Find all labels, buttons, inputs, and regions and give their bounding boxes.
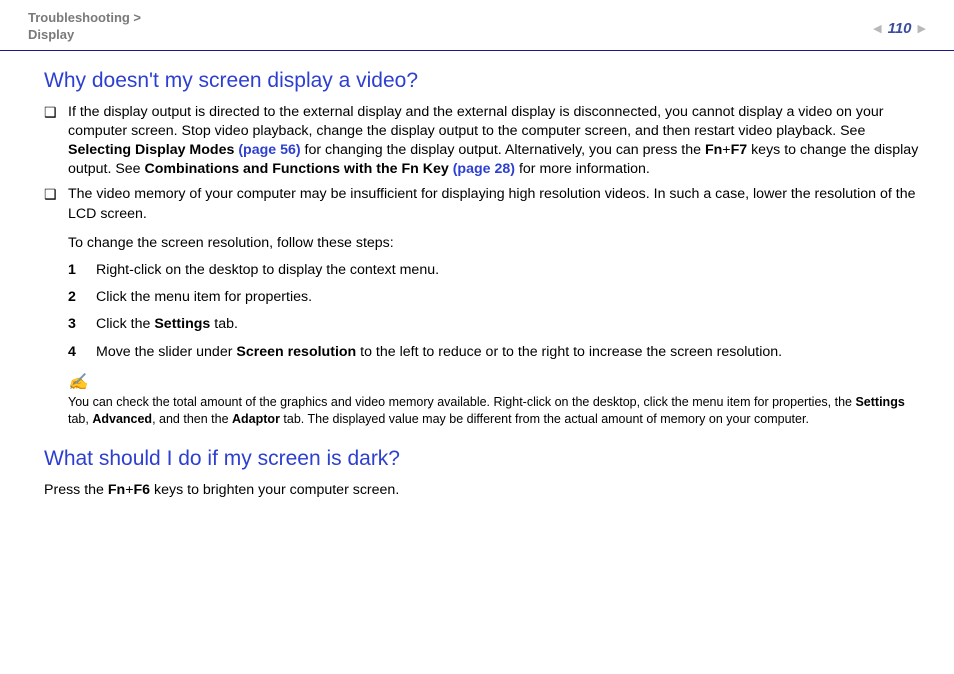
- breadcrumb: Troubleshooting > Display: [28, 10, 141, 44]
- steps-intro: To change the screen resolution, follow …: [68, 234, 926, 253]
- page-content: Why doesn't my screen display a video? ❑…: [0, 51, 954, 501]
- page-link[interactable]: (page 28): [453, 161, 515, 177]
- text: You can check the total amount of the gr…: [68, 395, 855, 409]
- step-text: Right-click on the desktop to display th…: [96, 261, 439, 280]
- text: , and then the: [152, 412, 232, 426]
- key-f6: F6: [134, 482, 151, 498]
- key-f7: F7: [731, 142, 748, 158]
- section-heading-video: Why doesn't my screen display a video?: [44, 69, 926, 93]
- bullet-icon: ❑: [44, 185, 68, 223]
- text: keys to brighten your computer screen.: [150, 482, 399, 498]
- bold-text: Settings: [154, 316, 210, 332]
- step-text: Click the menu item for properties.: [96, 288, 312, 307]
- bold-text: Screen resolution: [236, 344, 356, 360]
- bullet-text: If the display output is directed to the…: [68, 103, 926, 180]
- key-fn: Fn: [705, 142, 722, 158]
- text: for changing the display output. Alterna…: [301, 142, 705, 158]
- text: tab.: [210, 316, 238, 332]
- bullet-text: The video memory of your computer may be…: [68, 185, 926, 223]
- breadcrumb-line-1: Troubleshooting >: [28, 10, 141, 27]
- page-prev-icon[interactable]: ◀: [873, 22, 881, 35]
- ref-title: Selecting Display Modes: [68, 142, 238, 158]
- note-block: ✍ You can check the total amount of the …: [68, 372, 926, 428]
- step-text: Move the slider under Screen resolution …: [96, 343, 782, 362]
- text: Move the slider under: [96, 344, 236, 360]
- page-number: 110: [888, 20, 912, 37]
- step-number: 2: [68, 288, 96, 307]
- text: for more information.: [515, 161, 650, 177]
- text: tab. The displayed value may be differen…: [280, 412, 809, 426]
- key-fn: Fn: [108, 482, 125, 498]
- text: tab,: [68, 412, 92, 426]
- text: to the left to reduce or to the right to…: [356, 344, 782, 360]
- text: +: [722, 142, 730, 158]
- bullet-item: ❑ The video memory of your computer may …: [44, 185, 926, 223]
- bullet-icon: ❑: [44, 103, 68, 180]
- page-next-icon[interactable]: ▶: [918, 22, 926, 35]
- step-text: Click the Settings tab.: [96, 315, 238, 334]
- section-heading-dark: What should I do if my screen is dark?: [44, 447, 926, 471]
- section-dark-screen: What should I do if my screen is dark? P…: [44, 447, 926, 500]
- ref-title: Combinations and Functions with the Fn K…: [145, 161, 453, 177]
- page-nav: ◀ 110 ▶: [873, 20, 926, 37]
- text: Press the: [44, 482, 108, 498]
- paragraph: Press the Fn+F6 keys to brighten your co…: [44, 481, 926, 500]
- breadcrumb-line-2: Display: [28, 27, 141, 44]
- text: Click the: [96, 316, 154, 332]
- step-item: 4 Move the slider under Screen resolutio…: [68, 343, 926, 362]
- bullet-item: ❑ If the display output is directed to t…: [44, 103, 926, 180]
- step-number: 1: [68, 261, 96, 280]
- text: +: [125, 482, 133, 498]
- step-item: 3 Click the Settings tab.: [68, 315, 926, 334]
- step-number: 4: [68, 343, 96, 362]
- step-item: 1 Right-click on the desktop to display …: [68, 261, 926, 280]
- note-icon: ✍: [68, 372, 926, 392]
- bold-text: Advanced: [92, 412, 152, 426]
- step-item: 2 Click the menu item for properties.: [68, 288, 926, 307]
- step-number: 3: [68, 315, 96, 334]
- page-header: Troubleshooting > Display ◀ 110 ▶: [0, 0, 954, 50]
- page-link[interactable]: (page 56): [238, 142, 300, 158]
- bold-text: Adaptor: [232, 412, 280, 426]
- bold-text: Settings: [855, 395, 904, 409]
- note-text: You can check the total amount of the gr…: [68, 394, 926, 428]
- text: If the display output is directed to the…: [68, 104, 884, 139]
